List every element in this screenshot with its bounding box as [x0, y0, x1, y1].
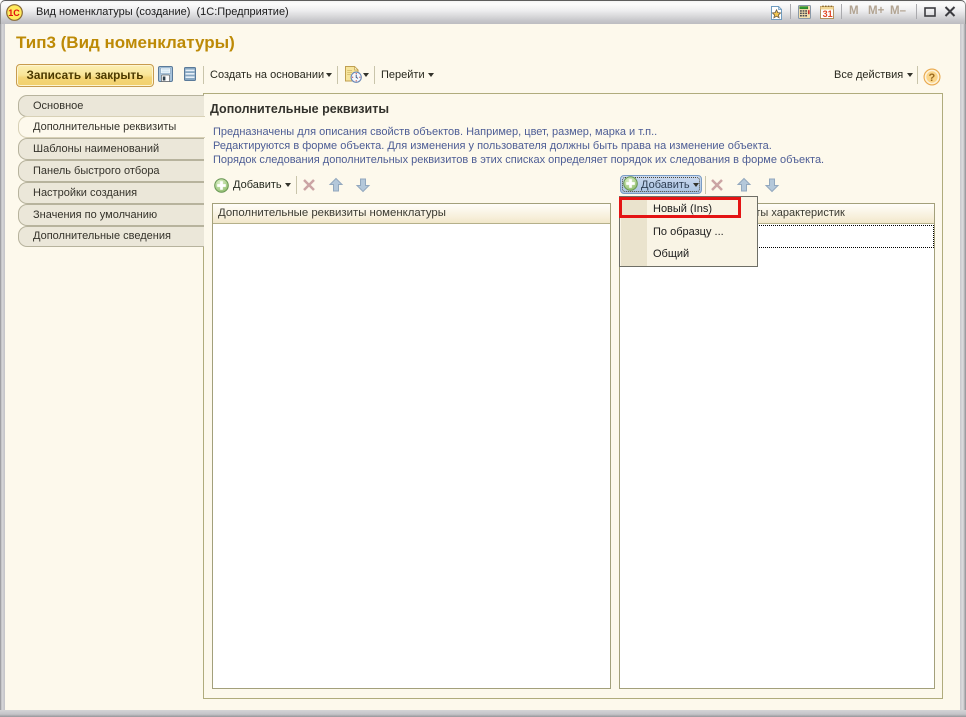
svg-text:?: ? [929, 72, 936, 84]
svg-text:1С: 1С [8, 8, 20, 18]
svg-text:31: 31 [823, 9, 833, 19]
